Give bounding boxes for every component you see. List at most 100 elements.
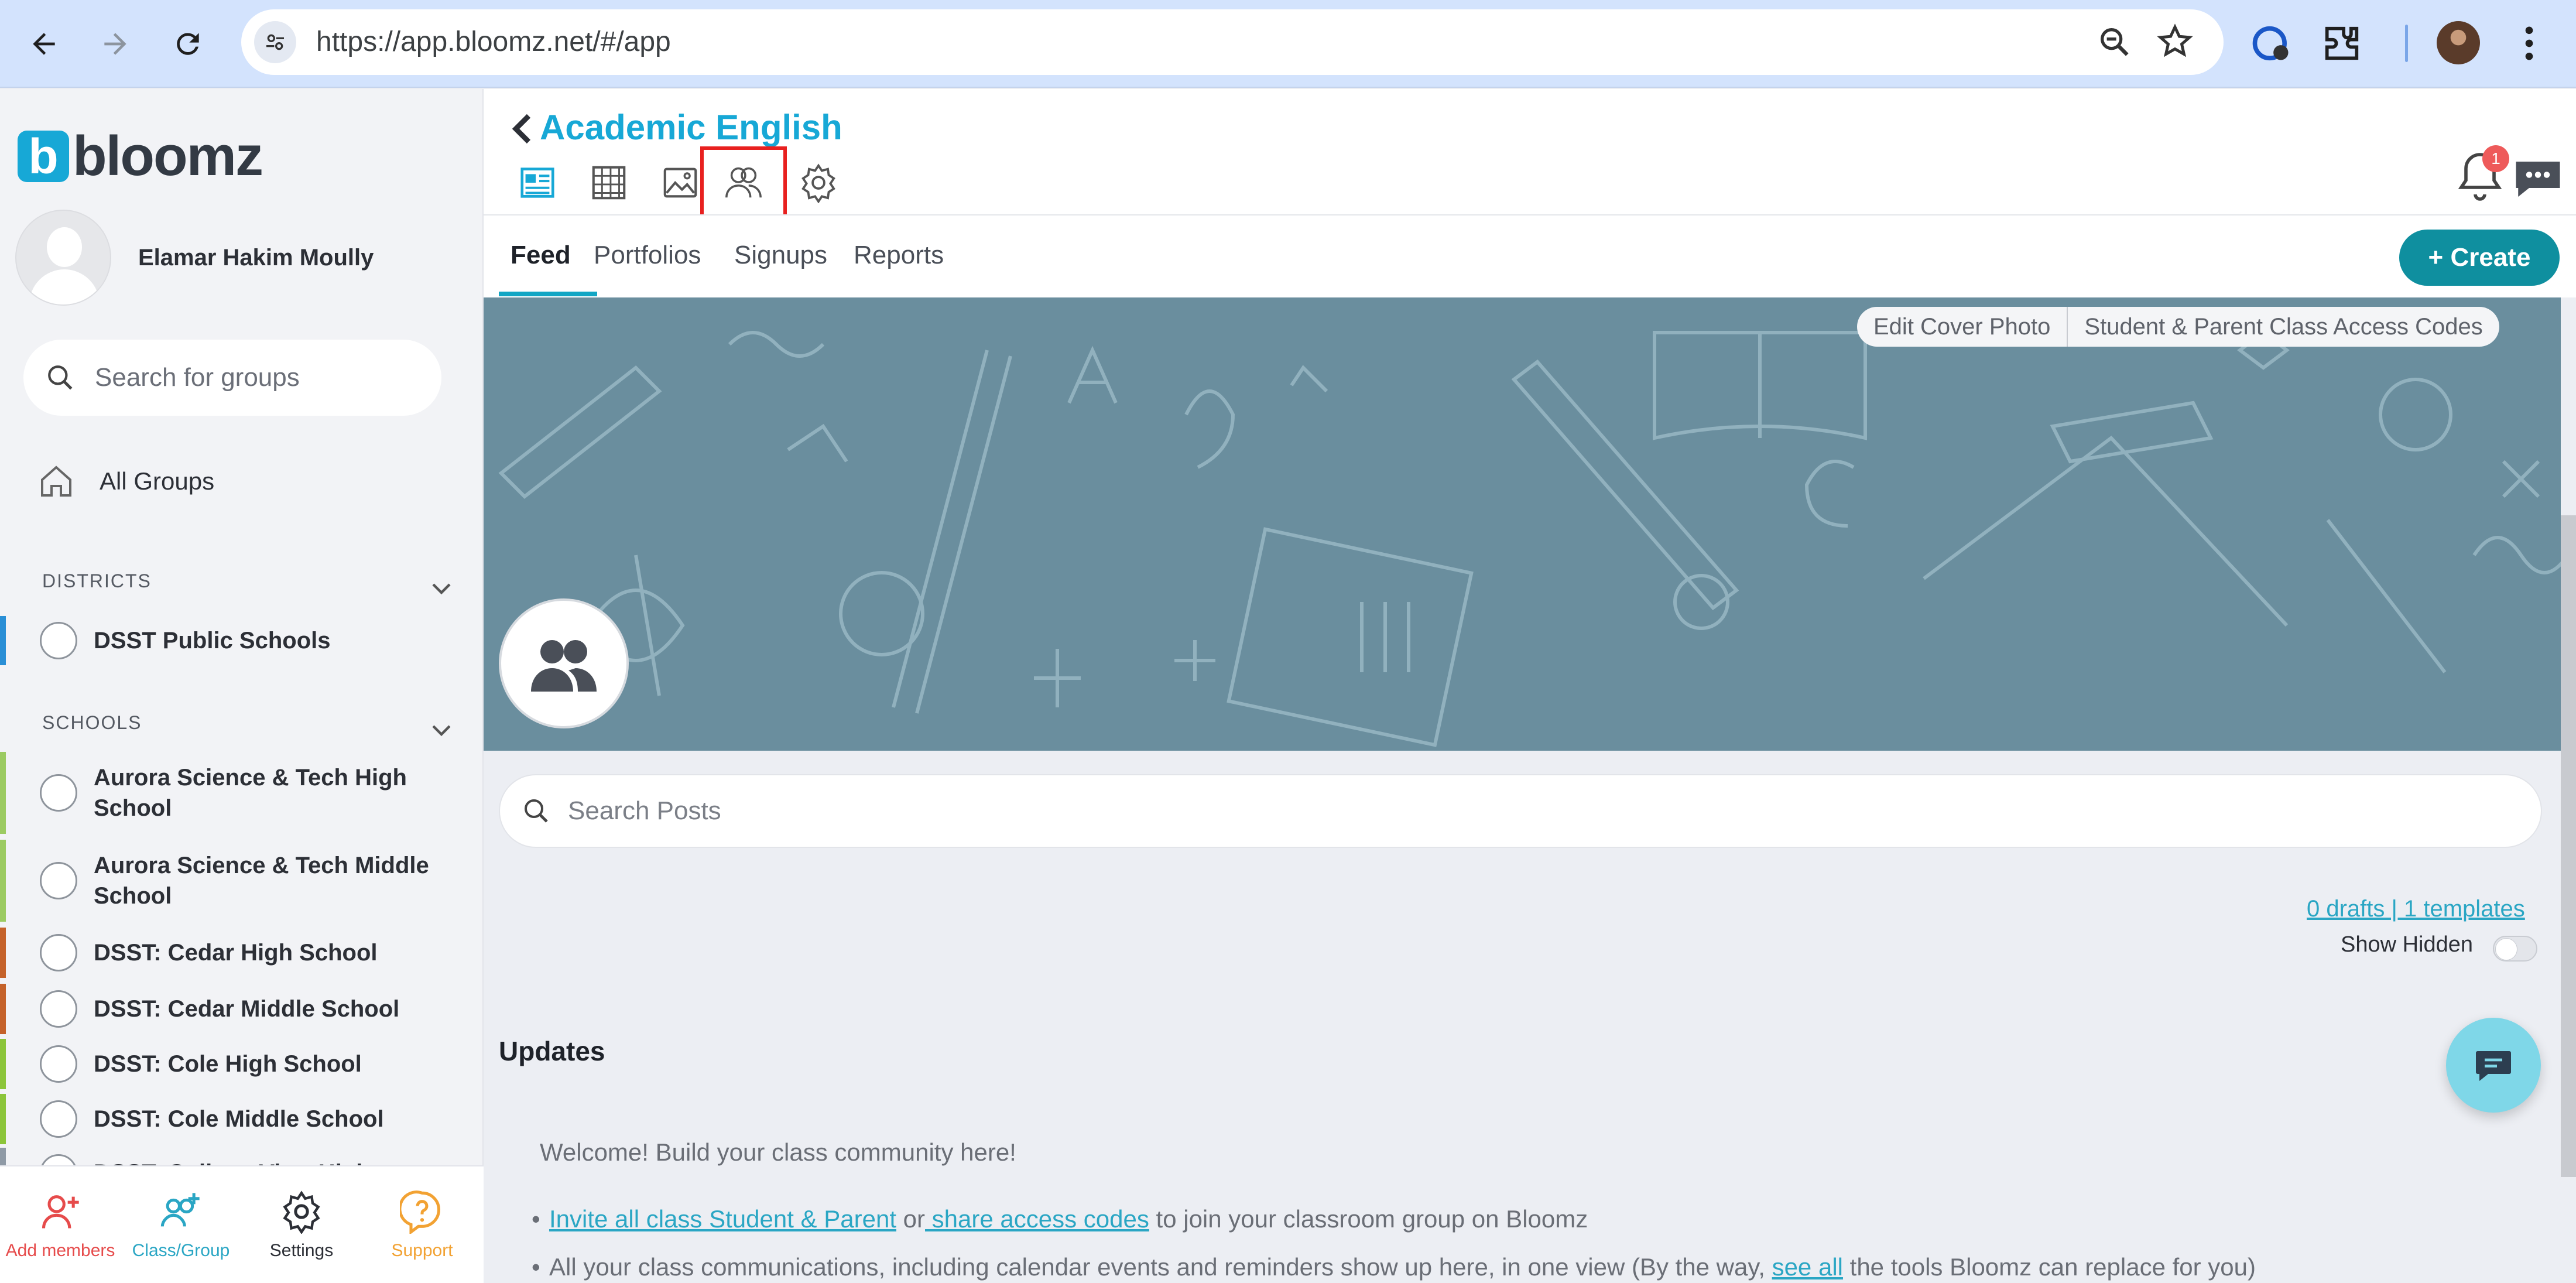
class-group-label: Class/Group bbox=[132, 1241, 230, 1260]
sidebar-bottom-nav: Add members Class/Group Settings Support bbox=[0, 1165, 484, 1283]
extension-lens-icon[interactable] bbox=[2249, 21, 2294, 66]
scrollbar[interactable] bbox=[2561, 515, 2576, 1177]
item-color-bar bbox=[0, 1039, 6, 1089]
url-text[interactable]: https://app.bloomz.net/#/app bbox=[316, 25, 671, 60]
gear-icon bbox=[283, 1190, 320, 1234]
logo-text: bloomz bbox=[73, 125, 263, 187]
help-bubble-icon bbox=[400, 1190, 441, 1234]
drafts-templates-link[interactable]: 0 drafts | 1 templates bbox=[2307, 896, 2525, 922]
create-button[interactable]: + Create bbox=[2399, 230, 2560, 286]
item-color-bar bbox=[0, 616, 6, 665]
feed-view-button[interactable] bbox=[508, 153, 567, 212]
school-logo-icon bbox=[40, 862, 77, 899]
bloomz-logo[interactable]: b bloomz bbox=[18, 124, 263, 189]
show-hidden-toggle[interactable] bbox=[2493, 936, 2537, 962]
add-group-icon bbox=[160, 1193, 200, 1227]
chevron-down-icon[interactable] bbox=[427, 574, 455, 602]
search-posts-input[interactable]: Search Posts bbox=[499, 774, 2542, 848]
calendar-view-button[interactable] bbox=[580, 153, 638, 212]
show-hidden-label: Show Hidden bbox=[2341, 932, 2474, 957]
tab-portfolios[interactable]: Portfolios bbox=[594, 238, 701, 273]
sidebar: b bloomz Elamar Hakim Moully Search for … bbox=[0, 89, 484, 1283]
cover-actions: Edit Cover Photo Student & Parent Class … bbox=[1857, 307, 2499, 347]
arrow-left-icon bbox=[33, 33, 55, 55]
group-search-input[interactable]: Search for groups bbox=[23, 340, 441, 416]
site-info-icon[interactable] bbox=[254, 21, 296, 63]
list-item: All your class communications, including… bbox=[532, 1251, 2256, 1283]
support-label: Support bbox=[391, 1241, 453, 1260]
all-groups-label: All Groups bbox=[100, 467, 215, 495]
group-avatar[interactable] bbox=[499, 598, 629, 728]
add-members-label: Add members bbox=[5, 1241, 115, 1260]
reload-icon bbox=[177, 33, 199, 55]
class-tabs: Feed Portfolios Signups Reports + Create bbox=[484, 214, 2576, 297]
bullet-text: the tools Bloomz can replace for you) bbox=[1842, 1253, 2256, 1281]
add-members-button[interactable]: Add members bbox=[0, 1166, 121, 1283]
back-button[interactable] bbox=[18, 18, 70, 70]
tab-feed[interactable]: Feed bbox=[511, 238, 571, 273]
group-search-placeholder: Search for groups bbox=[95, 363, 300, 392]
chat-icon[interactable] bbox=[2512, 157, 2564, 201]
sidebar-item-label: DSST Public Schools bbox=[94, 628, 331, 654]
calendar-grid-icon bbox=[592, 166, 626, 200]
chat-bubble-icon bbox=[2476, 1051, 2511, 1081]
forward-button[interactable] bbox=[89, 18, 142, 70]
browser-toolbar: https://app.bloomz.net/#/app bbox=[0, 0, 2576, 88]
tab-signups[interactable]: Signups bbox=[734, 238, 827, 273]
item-color-bar bbox=[0, 1094, 6, 1144]
members-view-button[interactable] bbox=[700, 146, 787, 218]
sidebar-item-school[interactable]: DSST: Cole Middle School bbox=[0, 1094, 484, 1144]
tab-reports[interactable]: Reports bbox=[854, 238, 944, 273]
welcome-text: Welcome! Build your class community here… bbox=[540, 1138, 1016, 1166]
members-icon bbox=[725, 167, 762, 198]
chevron-left-icon[interactable] bbox=[509, 111, 535, 146]
support-chat-button[interactable] bbox=[2446, 1018, 2541, 1113]
sidebar-item-label: DSST: Cedar High School bbox=[94, 940, 378, 966]
search-icon bbox=[525, 799, 548, 823]
sidebar-item-school[interactable]: Aurora Science & Tech Middle School bbox=[0, 840, 484, 922]
address-bar[interactable]: https://app.bloomz.net/#/app bbox=[241, 9, 2224, 75]
access-codes-button[interactable]: Student & Parent Class Access Codes bbox=[2068, 307, 2499, 347]
bullet-text: to join your classroom group on Bloomz bbox=[1149, 1205, 1588, 1233]
school-logo-icon bbox=[40, 934, 77, 971]
sidebar-item-school[interactable]: DSST: Cedar Middle School bbox=[0, 984, 484, 1034]
item-color-bar bbox=[0, 840, 6, 922]
bookmark-star-icon[interactable] bbox=[2156, 22, 2194, 61]
sidebar-item-dsst-public-schools[interactable]: DSST Public Schools bbox=[0, 616, 484, 665]
gear-icon bbox=[801, 163, 835, 203]
item-color-bar bbox=[0, 752, 6, 834]
sidebar-item-school[interactable]: DSST: Cedar High School bbox=[0, 928, 484, 978]
sidebar-item-label: DSST: Cole High School bbox=[94, 1051, 362, 1077]
class-settings-button[interactable] bbox=[789, 153, 848, 212]
zoom-icon[interactable] bbox=[2096, 23, 2133, 61]
toolbar-divider bbox=[2405, 25, 2408, 62]
user-profile[interactable]: Elamar Hakim Moully bbox=[15, 210, 468, 306]
edit-cover-photo-button[interactable]: Edit Cover Photo bbox=[1857, 307, 2067, 347]
reload-button[interactable] bbox=[162, 18, 214, 70]
kebab-menu-icon[interactable] bbox=[2507, 21, 2551, 66]
sidebar-item-label: Aurora Science & Tech High School bbox=[94, 765, 407, 821]
profile-avatar[interactable] bbox=[2437, 21, 2480, 64]
sidebar-item-school[interactable]: Aurora Science & Tech High School bbox=[0, 752, 484, 834]
logo-mark: b bbox=[18, 131, 69, 182]
invite-link[interactable]: Invite all class Student & Parent bbox=[549, 1205, 896, 1233]
home-icon bbox=[41, 466, 71, 497]
search-posts-placeholder: Search Posts bbox=[568, 796, 721, 825]
chevron-down-icon[interactable] bbox=[427, 716, 455, 744]
updates-heading: Updates bbox=[499, 1036, 605, 1066]
support-button[interactable]: Support bbox=[362, 1166, 482, 1283]
add-person-icon bbox=[42, 1195, 79, 1229]
settings-button[interactable]: Settings bbox=[241, 1166, 362, 1283]
share-access-codes-link[interactable]: share access codes bbox=[925, 1205, 1149, 1233]
all-groups-link[interactable]: All Groups bbox=[37, 452, 214, 511]
page-title[interactable]: Academic English bbox=[540, 103, 842, 152]
extensions-puzzle-icon[interactable] bbox=[2320, 21, 2364, 66]
class-group-button[interactable]: Class/Group bbox=[121, 1166, 241, 1283]
cover-photo: Edit Cover Photo Student & Parent Class … bbox=[484, 297, 2561, 751]
newspaper-icon bbox=[520, 167, 554, 198]
arrow-right-icon bbox=[104, 33, 126, 55]
sidebar-item-school[interactable]: DSST: Cole High School bbox=[0, 1039, 484, 1089]
see-all-link[interactable]: see all bbox=[1772, 1253, 1843, 1281]
bullet-text: or bbox=[896, 1205, 925, 1233]
item-color-bar bbox=[0, 984, 6, 1034]
